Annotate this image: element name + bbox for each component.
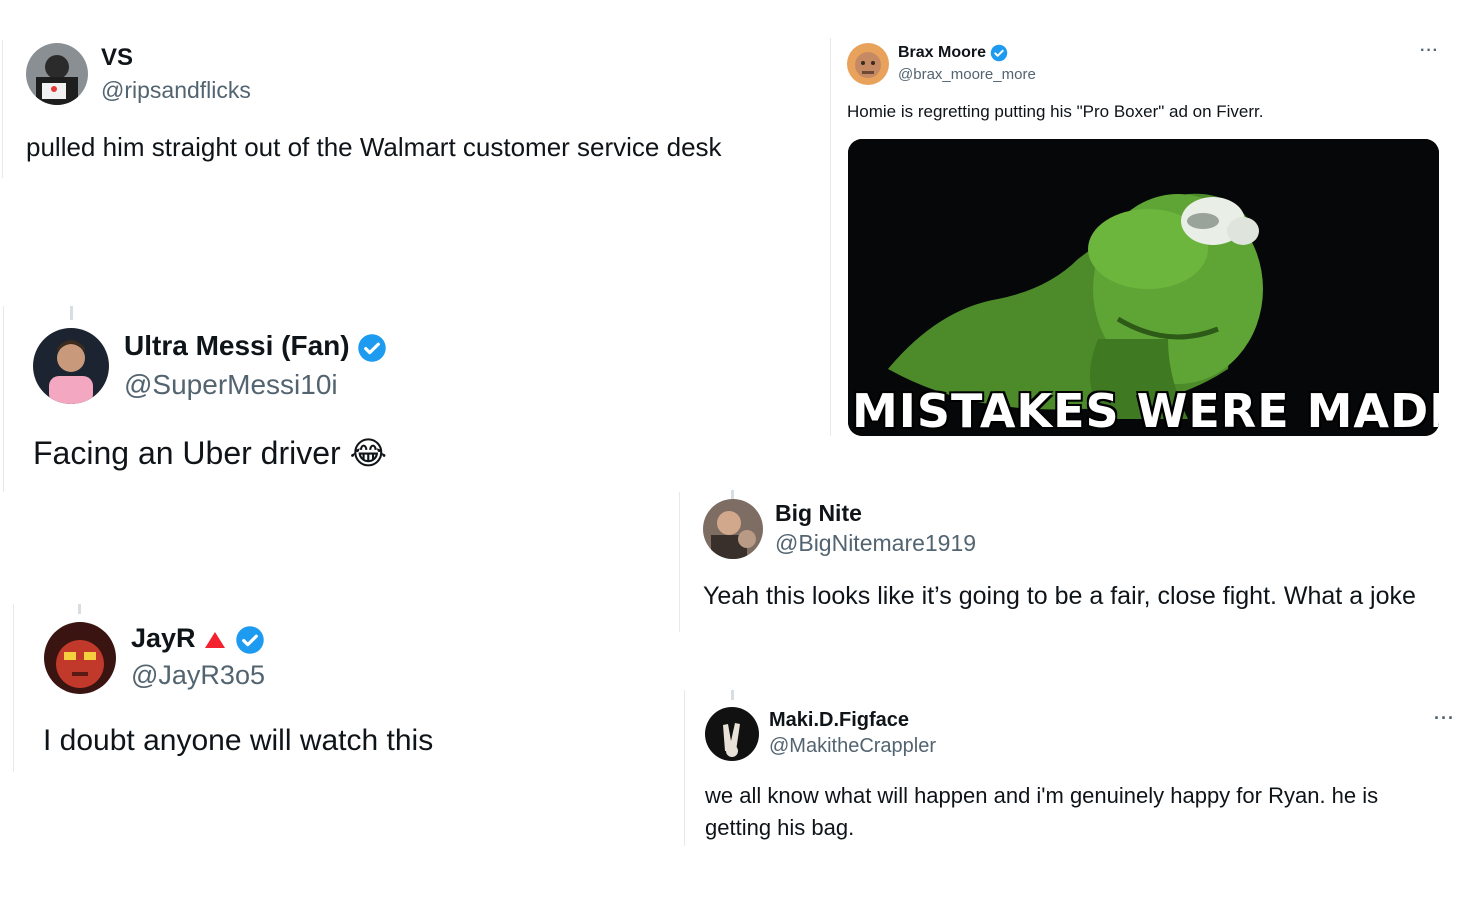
thread-line xyxy=(679,492,680,632)
thread-line xyxy=(13,604,14,772)
tweet-author-name-text: Brax Moore xyxy=(898,44,987,62)
tweet-author-handle[interactable]: @JayR3o5 xyxy=(131,660,265,691)
tweet-author-name-text: JayR xyxy=(131,623,196,653)
avatar-vs[interactable] xyxy=(26,43,88,105)
thread-line xyxy=(3,306,4,492)
tweet-author-name[interactable]: JayR xyxy=(131,623,265,655)
tweet-author-name[interactable]: Ultra Messi (Fan) xyxy=(124,330,387,363)
tweet-text: Yeah this looks like it’s going to be a … xyxy=(703,582,1416,610)
thread-line xyxy=(684,690,685,846)
tweet-author-handle[interactable]: @SuperMessi10i xyxy=(124,369,338,401)
thread-connector xyxy=(70,306,73,320)
media-caption: MISTAKES WERE MADE xyxy=(852,384,1439,436)
thread-connector xyxy=(78,604,81,614)
tweet-text: we all know what will happen and i'm gen… xyxy=(705,783,1379,840)
avatar-jayr[interactable] xyxy=(44,622,116,694)
thread-line xyxy=(2,40,3,178)
tweet-author-handle[interactable]: @brax_moore_more xyxy=(898,66,1036,83)
tweet-author-name[interactable]: Brax Moore xyxy=(898,44,1008,62)
avatar-big-nite[interactable] xyxy=(703,499,763,559)
avatar-maki[interactable] xyxy=(705,707,759,761)
tweet-text: Facing an Uber driver 😂 xyxy=(33,435,387,471)
tweet-author-handle[interactable]: @BigNitemare1919 xyxy=(775,530,976,557)
avatar-brax-moore[interactable] xyxy=(847,43,889,85)
verified-badge-icon xyxy=(991,44,1008,62)
tweet-author-name[interactable]: VS xyxy=(101,44,133,72)
tweet-author-name[interactable]: Big Nite xyxy=(775,500,862,527)
avatar-ultra-messi[interactable] xyxy=(33,328,109,404)
tweet-text: Homie is regretting putting his "Pro Box… xyxy=(847,102,1264,121)
tweet-author-handle[interactable]: @MakitheCrappler xyxy=(769,735,936,758)
tweet-author-name[interactable]: Maki.D.Figface xyxy=(769,709,909,732)
tweet-text: pulled him straight out of the Walmart c… xyxy=(26,132,722,162)
tweet-author-handle[interactable]: @ripsandflicks xyxy=(101,77,251,104)
tweet-text: I doubt anyone will watch this xyxy=(43,724,434,757)
tweet-author-name-text: Ultra Messi (Fan) xyxy=(124,330,350,361)
red-triangle-icon xyxy=(205,631,226,648)
verified-badge-icon xyxy=(235,626,264,654)
thread-connector xyxy=(731,690,734,700)
more-options-icon[interactable]: ··· xyxy=(1420,42,1439,60)
verified-badge-icon xyxy=(358,333,387,362)
more-options-icon[interactable]: ··· xyxy=(1434,708,1455,729)
tweet-media-gif[interactable]: MISTAKES WERE MADE xyxy=(848,139,1439,436)
thread-line xyxy=(830,38,831,436)
